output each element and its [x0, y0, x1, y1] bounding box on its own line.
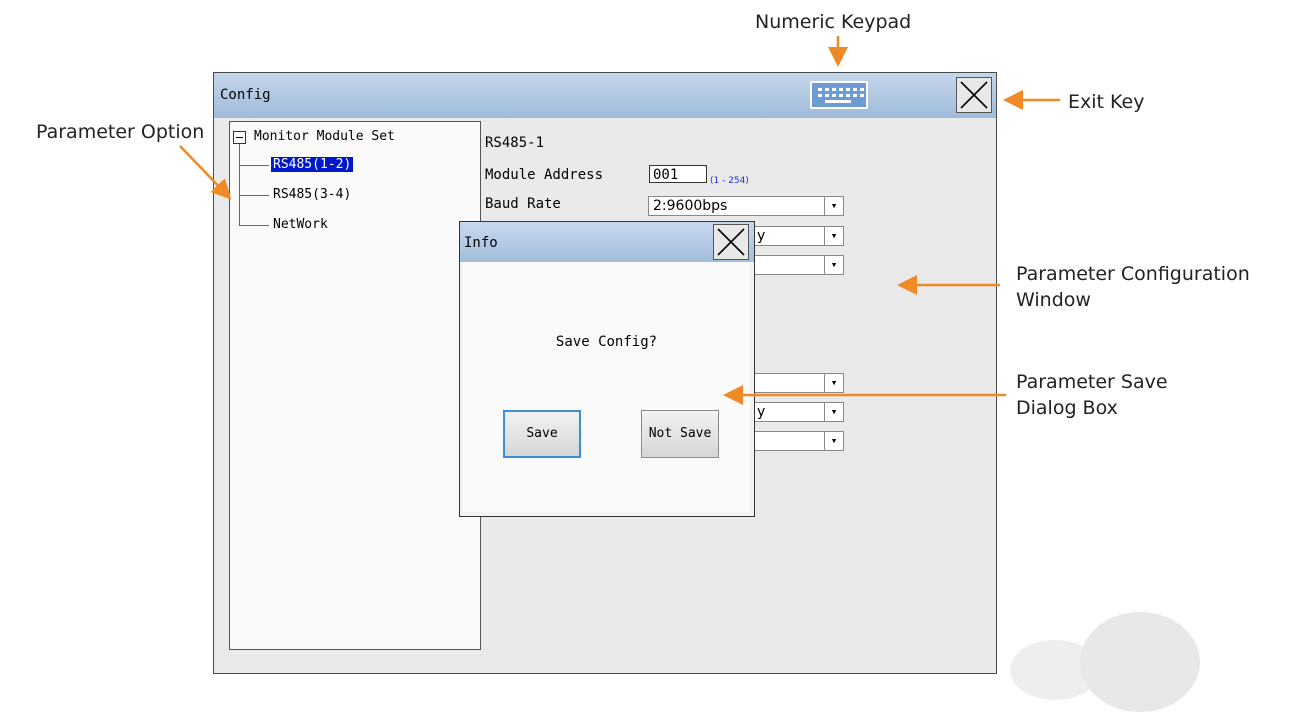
annotation-line: Parameter Save	[1016, 371, 1168, 393]
tree-root-label: Monitor Module Set	[254, 129, 395, 144]
exit-button[interactable]	[956, 77, 992, 113]
option-value: y	[757, 404, 766, 420]
annotation-line: Parameter Configuration	[1016, 263, 1250, 285]
baud-rate-label: Baud Rate	[485, 196, 561, 212]
close-icon	[717, 228, 745, 256]
save-dialog: Info Save Config? Save Not Save	[459, 221, 755, 517]
not-save-button[interactable]: Not Save	[641, 410, 719, 458]
dialog-title: Info	[464, 235, 498, 251]
dialog-close-button[interactable]	[713, 224, 749, 260]
parameter-tree: Monitor Module Set RS485(1-2) RS485(3-4)…	[229, 121, 481, 650]
annotation-line: Window	[1016, 289, 1091, 311]
tree-connector	[239, 165, 269, 166]
tree-item-rs485-1-2[interactable]: RS485(1-2)	[271, 157, 354, 172]
tree-connector	[239, 195, 269, 196]
dialog-titlebar: Info	[460, 222, 754, 262]
dropdown-arrow-icon: ▾	[824, 432, 843, 450]
baud-rate-select[interactable]: 2:9600bps ▾	[648, 196, 844, 216]
dropdown-arrow-icon: ▾	[824, 227, 843, 245]
tree-connector	[239, 225, 269, 226]
close-icon	[960, 81, 988, 109]
dropdown-arrow-icon: ▾	[824, 197, 843, 215]
option-value: y	[757, 228, 766, 244]
parameter-configuration-window-annotation: Parameter Configuration Window	[1016, 261, 1250, 313]
dropdown-arrow-icon: ▾	[824, 403, 843, 421]
dialog-message: Save Config?	[555, 334, 658, 350]
watermark-shape	[1080, 612, 1200, 712]
parameter-option-annotation: Parameter Option	[36, 121, 205, 143]
minus-icon	[236, 137, 243, 138]
section-title: RS485-1	[485, 135, 545, 151]
tree-item-rs485-3-4[interactable]: RS485(3-4)	[273, 187, 351, 202]
baud-rate-value: 2:9600bps	[653, 198, 728, 214]
window-titlebar: Config	[214, 73, 996, 118]
save-button[interactable]: Save	[503, 410, 581, 458]
numeric-keypad-annotation: Numeric Keypad	[755, 11, 912, 33]
keyboard-icon[interactable]	[810, 81, 868, 109]
parameter-save-dialog-annotation: Parameter Save Dialog Box	[1016, 369, 1168, 421]
module-address-label: Module Address	[485, 167, 604, 183]
tree-connector	[239, 144, 240, 226]
module-address-input[interactable]: 001	[649, 165, 707, 183]
window-title: Config	[220, 87, 271, 103]
module-address-range: (1 - 254)	[710, 176, 749, 186]
annotation-line: Dialog Box	[1016, 397, 1118, 419]
exit-key-annotation: Exit Key	[1068, 91, 1145, 113]
collapse-toggle[interactable]	[233, 131, 246, 144]
tree-item-network[interactable]: NetWork	[273, 217, 328, 232]
dialog-body: Save Config? Save Not Save	[463, 262, 750, 512]
dropdown-arrow-icon: ▾	[824, 256, 843, 274]
dropdown-arrow-icon: ▾	[824, 374, 843, 392]
